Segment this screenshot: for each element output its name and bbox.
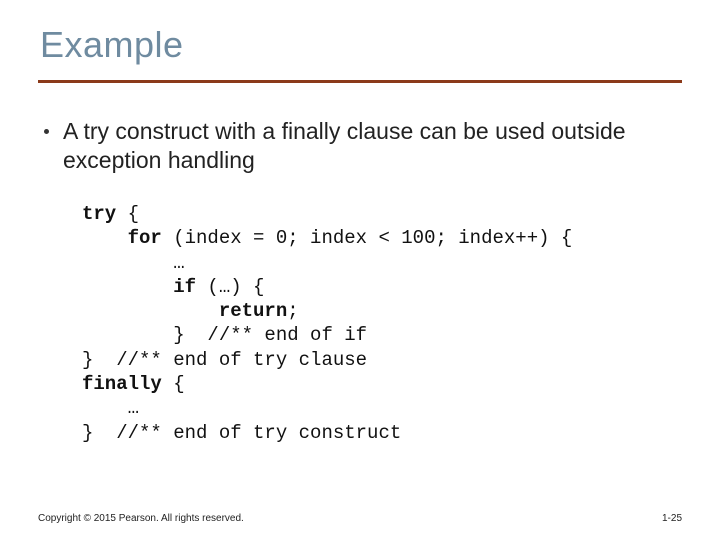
page-number: 1-25 xyxy=(662,513,682,524)
code-text: … xyxy=(82,397,139,419)
code-kw-try: try xyxy=(82,203,116,225)
bullet-item: A try construct with a finally clause ca… xyxy=(38,117,682,176)
code-kw-return: return xyxy=(82,300,287,322)
code-text: { xyxy=(116,203,139,225)
slide-title: Example xyxy=(40,24,682,66)
code-text: } //** end of try clause xyxy=(82,349,367,371)
code-text: { xyxy=(162,373,185,395)
code-kw-finally: finally xyxy=(82,373,162,395)
code-text: } //** end of if xyxy=(82,324,367,346)
code-text: (index = 0; index < 100; index++) { xyxy=(162,227,572,249)
code-kw-for: for xyxy=(82,227,162,249)
bullet-text: A try construct with a finally clause ca… xyxy=(63,117,682,176)
code-text: … xyxy=(82,252,185,274)
code-kw-if: if xyxy=(82,276,196,298)
code-text: (…) { xyxy=(196,276,264,298)
bullet-dot-icon xyxy=(44,129,49,134)
slide: Example A try construct with a finally c… xyxy=(0,0,720,540)
code-block: try { for (index = 0; index < 100; index… xyxy=(82,202,682,445)
slide-footer: Copyright © 2015 Pearson. All rights res… xyxy=(38,513,682,524)
code-text: ; xyxy=(287,300,298,322)
copyright-text: Copyright © 2015 Pearson. All rights res… xyxy=(38,513,244,524)
code-text: } //** end of try construct xyxy=(82,422,401,444)
title-underline xyxy=(38,80,682,83)
